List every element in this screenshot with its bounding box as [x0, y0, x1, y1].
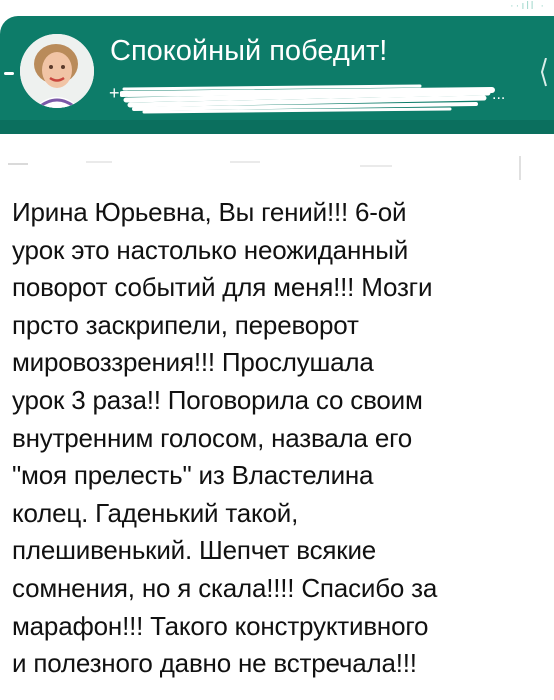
- status-icons: ··ıll ·: [510, 0, 546, 12]
- status-bar: ··ıll ·: [0, 0, 554, 16]
- message-body: Ирина Юрьевна, Вы гений!!! 6-ой урок это…: [12, 197, 438, 679]
- contact-avatar[interactable]: [18, 32, 96, 110]
- member-list-ellipsis: ...: [492, 86, 506, 103]
- overflow-menu-icon[interactable]: [538, 58, 548, 90]
- redaction-scribble: [120, 84, 495, 114]
- faint-divider-marks: [8, 156, 521, 180]
- group-name[interactable]: Спокойный победит!: [110, 34, 387, 68]
- back-arrow-icon[interactable]: [4, 72, 14, 75]
- avatar-photo-icon: [20, 34, 94, 108]
- chat-screen: ··ıll · Спокойный победит! + ... Ирина Ю…: [0, 0, 554, 700]
- header-bottom-strip: [0, 120, 554, 134]
- member-list-prefix: +: [109, 83, 120, 103]
